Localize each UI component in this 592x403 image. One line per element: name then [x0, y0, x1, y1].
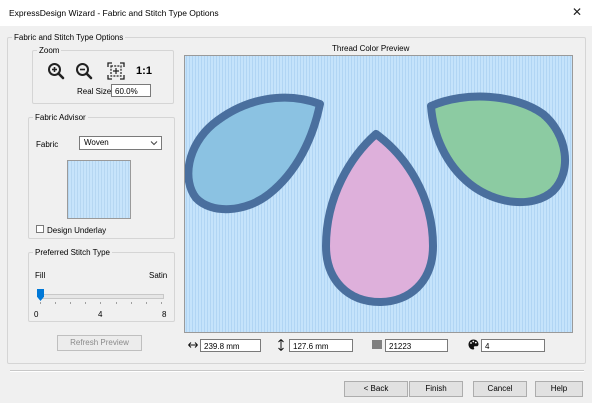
real-size-label: Real Size — [77, 87, 112, 96]
preview-title: Thread Color Preview — [332, 44, 410, 53]
colors-count-field[interactable]: 4 — [481, 339, 545, 352]
window-title: ExpressDesign Wizard - Fabric and Stitch… — [9, 8, 219, 18]
close-icon[interactable]: ✕ — [572, 5, 582, 19]
zoom-in-icon — [48, 63, 65, 80]
help-button[interactable]: Help — [535, 381, 583, 397]
slider-max-label: 8 — [162, 310, 167, 319]
preview-canvas — [185, 56, 572, 332]
design-underlay-checkbox[interactable] — [36, 225, 44, 233]
slider-mid-label: 4 — [98, 310, 103, 319]
stitch-slider-track[interactable] — [40, 294, 164, 299]
help-button-label: Help — [550, 384, 568, 393]
refresh-preview-button[interactable]: Refresh Preview — [57, 335, 142, 351]
design-underlay-label: Design Underlay — [47, 226, 107, 235]
finish-button[interactable]: Finish — [409, 381, 463, 397]
cancel-button[interactable]: Cancel — [473, 381, 527, 397]
footer-divider — [10, 370, 584, 372]
back-button-label: < Back — [363, 384, 389, 393]
refresh-preview-label: Refresh Preview — [70, 338, 129, 347]
finish-button-label: Finish — [425, 384, 447, 393]
slider-min-label: 0 — [34, 310, 39, 319]
thread-color-preview — [184, 55, 573, 333]
title-bar: ExpressDesign Wizard - Fabric and Stitch… — [0, 0, 592, 26]
fill-label: Fill — [35, 271, 46, 280]
zoom-one-to-one-button[interactable]: 1:1 — [133, 60, 155, 82]
zoom-out-button[interactable] — [73, 60, 95, 82]
palette-icon — [468, 339, 479, 350]
zoom-out-icon — [76, 63, 93, 80]
satin-label: Satin — [149, 271, 168, 280]
height-icon — [278, 339, 284, 351]
stitch-count-field[interactable]: 21223 — [385, 339, 448, 352]
stitch-count-icon — [372, 340, 382, 349]
height-field[interactable]: 127.6 mm — [289, 339, 353, 352]
zoom-in-button[interactable] — [45, 60, 67, 82]
chevron-down-icon — [150, 141, 158, 146]
width-field[interactable]: 239.8 mm — [200, 339, 261, 352]
stitch-slider-ticks — [40, 302, 162, 304]
back-button[interactable]: < Back — [344, 381, 408, 397]
fabric-select[interactable]: Woven — [79, 136, 162, 150]
fabric-stitch-options-legend: Fabric and Stitch Type Options — [14, 33, 124, 42]
fabric-advisor-legend: Fabric Advisor — [35, 113, 86, 122]
real-size-input[interactable]: 60.0% — [111, 84, 151, 97]
fabric-swatch — [67, 160, 131, 219]
fabric-label: Fabric — [36, 140, 59, 149]
zoom-legend: Zoom — [39, 46, 60, 55]
zoom-fit-icon — [107, 62, 125, 80]
width-icon — [188, 342, 198, 348]
zoom-fit-button[interactable] — [105, 60, 127, 82]
fabric-select-value: Woven — [84, 138, 109, 147]
one-to-one-label: 1:1 — [136, 65, 152, 77]
cancel-button-label: Cancel — [487, 384, 513, 393]
stitch-type-legend: Preferred Stitch Type — [35, 248, 110, 257]
